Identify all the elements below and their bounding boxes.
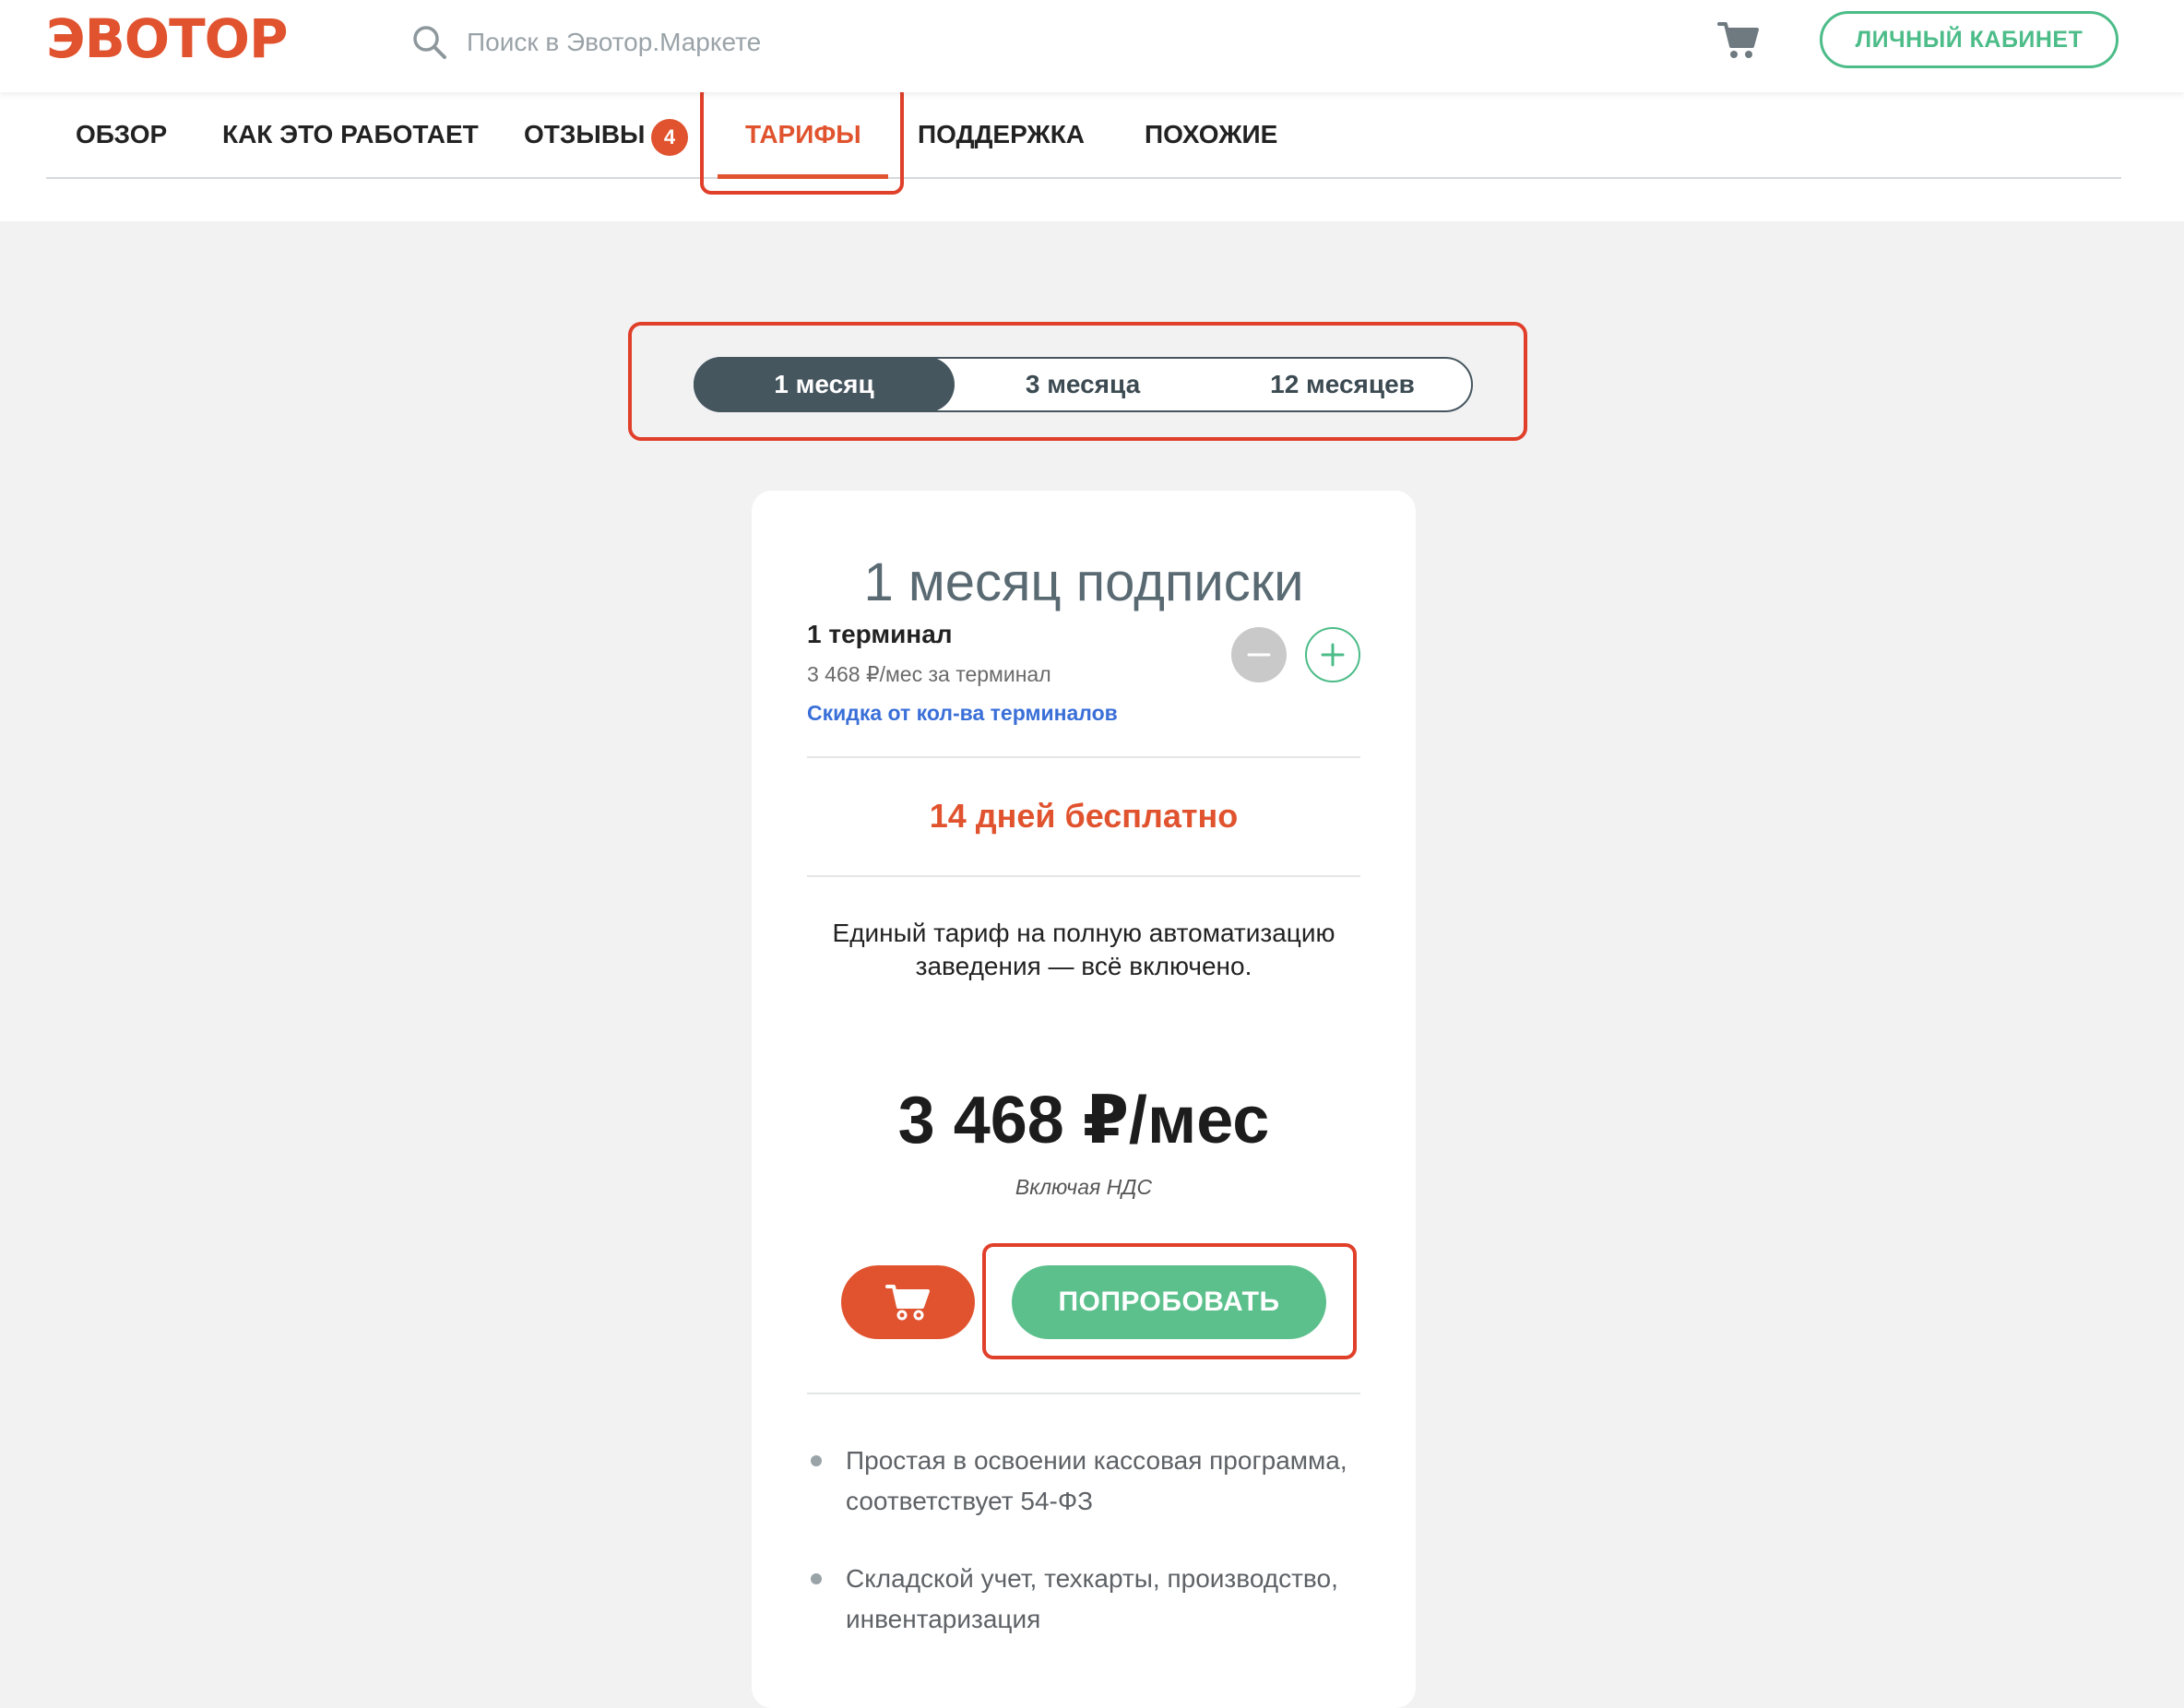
period-switch: 1 месяц 3 месяца 12 месяцев (694, 357, 1473, 412)
plan-price: 3 468 ₽/мес (897, 1084, 1270, 1157)
add-to-cart-button[interactable] (841, 1265, 975, 1339)
tab-how-it-works[interactable]: КАК ЭТО РАБОТАЕТ (222, 120, 479, 149)
search-input[interactable] (465, 27, 1022, 58)
site-header: ЭВОТОР ЛИЧНЫЙ КАБИНЕТ (0, 0, 2184, 92)
tabs-band (0, 92, 2184, 221)
tab-similar[interactable]: ПОХОЖИЕ (1145, 120, 1277, 149)
divider (807, 756, 1360, 758)
personal-account-button[interactable]: ЛИЧНЫЙ КАБИНЕТ (1820, 11, 2119, 68)
plan-title: 1 месяц подписки (863, 552, 1304, 612)
period-option-3-months[interactable]: 3 месяца (954, 357, 1212, 412)
increase-terminals-button[interactable] (1305, 627, 1360, 682)
period-option-1-month[interactable]: 1 месяц (694, 357, 955, 412)
terminals-count: 1 терминал (807, 620, 953, 648)
price-per-terminal: 3 468 ₽/мес за терминал (807, 662, 1051, 686)
search-icon[interactable] (411, 24, 448, 61)
highlight-box-tariffs-tab (700, 83, 904, 195)
bullet-icon (811, 1455, 822, 1466)
feature-list: Простая в освоении кассовая программа, с… (807, 1441, 1360, 1677)
plus-icon (1321, 643, 1345, 667)
vat-note: Включая НДС (1015, 1175, 1153, 1199)
period-option-12-months[interactable]: 12 месяцев (1212, 357, 1473, 412)
feature-text: Складской учет, техкарты, производство, … (846, 1564, 1338, 1633)
tabs-divider (46, 177, 2121, 179)
tab-reviews[interactable]: ОТЗЫВЫ (524, 120, 645, 149)
decrease-terminals-button[interactable] (1231, 627, 1287, 682)
divider (807, 875, 1360, 877)
bullet-icon (811, 1573, 822, 1584)
search-bar[interactable] (411, 20, 1022, 65)
cart-icon[interactable] (1717, 20, 1760, 65)
reviews-count-badge: 4 (651, 119, 688, 156)
feature-text: Простая в освоении кассовая программа, с… (846, 1446, 1347, 1515)
try-button[interactable]: ПОПРОБОВАТЬ (1012, 1265, 1326, 1339)
tab-overview[interactable]: ОБЗОР (76, 120, 167, 149)
terminal-discount-link[interactable]: Скидка от кол-ва терминалов (807, 701, 1118, 726)
list-item: Простая в освоении кассовая программа, с… (807, 1441, 1360, 1522)
plan-description: Единый тариф на полную автоматизацию зав… (832, 919, 1335, 980)
divider (807, 1393, 1360, 1394)
tariff-card: 1 месяц подписки 1 терминал 3 468 ₽/мес … (752, 491, 1416, 1708)
free-trial-text: 14 дней бесплатно (929, 797, 1239, 835)
minus-icon (1247, 653, 1271, 657)
evotor-logo[interactable]: ЭВОТОР (46, 7, 288, 70)
list-item: Складской учет, техкарты, производство, … (807, 1559, 1360, 1640)
tab-support[interactable]: ПОДДЕРЖКА (918, 120, 1085, 149)
cart-icon (884, 1285, 930, 1321)
